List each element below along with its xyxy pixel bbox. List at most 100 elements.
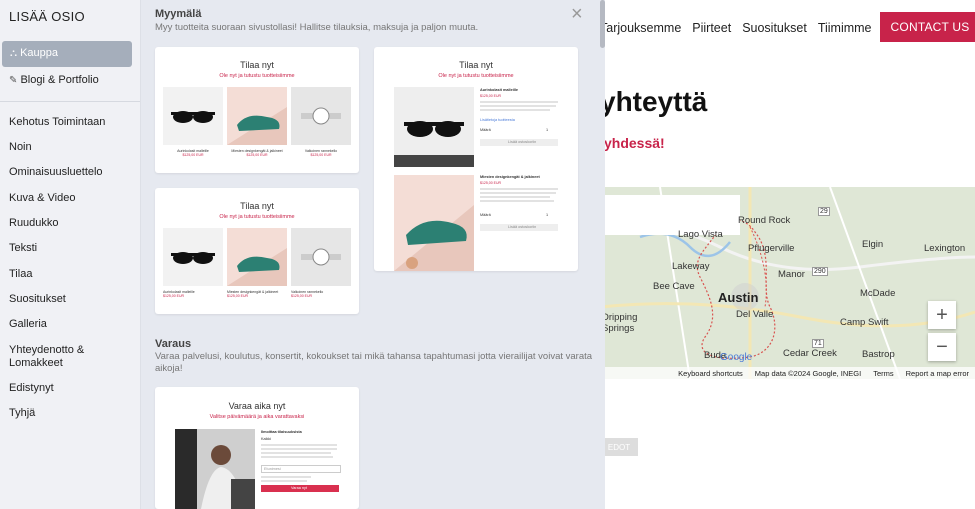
sidebar-item-advanced[interactable]: Edistynyt [9,382,54,394]
sidebar-item-contact-line2[interactable]: Lomakkeet [9,357,63,369]
book-now-button[interactable]: Varaa nyt [261,485,339,492]
booking-section-desc: Varaa palvelusi, koulutus, konsertit, ko… [155,351,595,375]
terms-link[interactable]: Terms [873,369,893,378]
sunglasses-image [163,228,223,286]
radio-option[interactable]: Kaikki [261,437,271,441]
watch-image [291,87,351,145]
edit-icon: ✎ [9,75,18,86]
description-line [480,101,558,103]
road-shield-290: 290 [812,267,828,276]
product-price: $125,00 EUR [480,181,502,185]
quantity-value[interactable]: 1 [546,213,548,217]
add-to-cart-button[interactable]: Lisää ostoskoriin [480,224,558,231]
sidebar-item-features[interactable]: Ominaisuusluettelo [9,166,103,178]
map-label-mcdade: McDade [860,288,896,299]
add-to-cart-button[interactable]: Lisää ostoskoriin [480,139,558,146]
shop-template-card-3[interactable]: Tilaa nyt Ole nyt ja tutustu tuotteisiim… [374,47,578,271]
sidebar-item-shop[interactable]: ⛬ Kauppa [2,41,132,67]
card-subtitle: Valitse päivämäärä ja aika varattavaksi [209,414,305,420]
sidebar-item-gallery[interactable]: Galleria [9,318,47,330]
sidebar-item-about[interactable]: Noin [9,141,32,153]
sidebar-item-grid[interactable]: Ruudukko [9,217,59,229]
map-label-elgin: Elgin [862,239,884,250]
sidebar-item-subscribe[interactable]: Tilaa [9,268,32,280]
keyboard-shortcuts-link[interactable]: Keyboard shortcuts [678,369,743,378]
site-subheading: yhdessä! [604,135,665,151]
nav-item-features[interactable]: Piirteet [692,21,731,35]
nav-item-team[interactable]: Tiimimme [818,21,872,35]
description-line [480,109,550,111]
sidebar-item-media[interactable]: Kuva & Video [9,192,75,204]
sidebar-item-shop-label: ⛬ Kauppa [10,47,58,59]
sidebar-item-label: Blogi & Portfolio [20,74,99,86]
map-label-lexington: Lexington [924,243,966,254]
description-line [261,452,331,454]
map-label-bee-cave: Bee Cave [653,281,695,292]
booking-desc-line1: Varaa palvelusi, koulutus, konsertit, ko… [155,351,593,362]
add-to-cart-label: Lisää ostoskoriin [508,225,537,229]
product-price: $125,00 EUR [310,153,332,157]
site-heading: yhteyttä [600,86,708,117]
sidebar-item-cta[interactable]: Kehotus Toimintaan [9,116,105,128]
close-icon[interactable]: × [571,4,583,24]
map-label-austin: Austin [718,290,759,305]
product-price: $125,00 EUR [291,294,313,298]
quantity-label: Määrä [480,128,491,132]
description-line [480,188,558,190]
sidebar-title: LISÄÄ OSIO [9,9,85,24]
map-label-cedar-creek: Cedar Creek [783,348,837,359]
product-name: Miesten designkengät & jalkineet [480,175,540,179]
road-shield-71: 71 [812,339,824,348]
nav-item-testimonials[interactable]: Suositukset [742,21,807,35]
map-label-lago-vista: Lago Vista [678,229,723,240]
description-line [261,448,337,450]
shop-template-card-1[interactable]: Tilaa nyt Ole nyt ja tutustu tuotteisiim… [155,47,359,173]
sidebar-divider [0,101,140,102]
description-line [261,444,337,446]
shop-section-desc: Myy tuotteita suoraan sivustollasi! Hall… [155,22,479,33]
shoe-image [227,228,287,286]
description-line [480,105,556,107]
card-title: Varaa aika nyt [228,401,286,411]
person-image [175,429,255,509]
card-subtitle: Ole nyt ja tutustu tuotteisiimme [438,73,514,79]
google-logo: Google [720,352,753,363]
contact-us-button[interactable]: CONTACT US [880,12,975,42]
map-label-dripping-springs: Dripping Springs [602,312,638,334]
product-name: Aurinkolasit malleille [480,88,518,92]
sidebar-item-testimonials[interactable]: Suositukset [9,293,66,305]
sidebar-item-blog[interactable]: ✎ Blogi & Portfolio [9,74,99,86]
description-line [480,196,550,198]
section-sidebar: LISÄÄ OSIO ⛬ Kauppa ✎ Blogi & Portfolio … [0,0,141,509]
quantity-value[interactable]: 1 [546,128,548,132]
product-details-link[interactable]: Lisätietoja tuotteesta [480,118,515,122]
sidebar-item-contact[interactable]: Yhteydenotto & [9,344,84,356]
description-line [261,480,307,482]
card-title: Tilaa nyt [240,60,274,70]
faded-button: EDOT [600,438,638,456]
product-price: $125,00 EUR [227,294,249,298]
booking-section-title: Varaus [155,338,192,350]
map-zoom-in-button[interactable]: + [928,301,956,329]
shop-template-card-2[interactable]: Tilaa nyt Ole nyt ja tutustu tuotteisiim… [155,188,359,314]
map-data-text: Map data ©2024 Google, INEGI [754,368,862,378]
map-label-del-valle: Del Valle [736,309,774,320]
bag-icon: ⛬ [10,48,17,59]
map-label-pflugerville: Pflugerville [748,243,795,254]
report-map-error-link[interactable]: Report a map error [906,369,969,378]
google-map[interactable]: Round Rock Pflugerville Lago Vista Lakew… [600,187,975,379]
sunglasses-image [394,87,474,167]
map-label-round-rock: Round Rock [738,215,791,226]
form-title: Ilmoittaa tilaisuuksista [261,430,302,434]
nav-item-offers[interactable]: Tarjouksemme [600,21,681,35]
card-subtitle: Ole nyt ja tutustu tuotteisiimme [219,73,295,79]
map-zoom-out-button[interactable]: − [928,333,956,361]
booking-template-card[interactable]: Varaa aika nyt Valitse päivämäärä ja aik… [155,387,359,509]
name-input-placeholder: Etunimesi [264,467,281,471]
name-input[interactable]: Etunimesi [261,465,341,473]
sidebar-item-text[interactable]: Teksti [9,242,37,254]
panel-scrollbar[interactable] [600,0,605,48]
sidebar-item-empty[interactable]: Tyhjä [9,407,35,419]
description-line [261,456,333,458]
map-label-camp-swift: Camp Swift [840,317,889,328]
